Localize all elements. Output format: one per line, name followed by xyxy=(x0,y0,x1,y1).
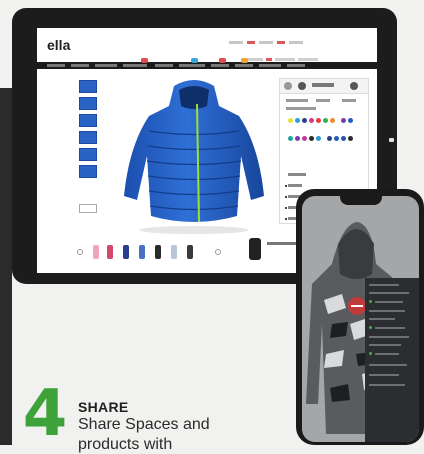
phone-device xyxy=(296,189,424,445)
view-thumbnail xyxy=(79,131,97,144)
selected-product-preview[interactable] xyxy=(249,238,261,260)
step-description-line1: Share Spaces and xyxy=(78,416,210,433)
view-thumbnail xyxy=(79,148,97,161)
phone-screen xyxy=(302,196,419,442)
top-links[interactable] xyxy=(229,34,359,45)
step-title: SHARE xyxy=(78,399,129,415)
camera-icon xyxy=(389,138,394,142)
panel-header[interactable] xyxy=(280,79,368,94)
view-thumbnail xyxy=(79,80,97,93)
step-description-line2: products with xyxy=(78,436,173,453)
left-device-edge xyxy=(0,88,12,445)
product-view-thumbnails[interactable] xyxy=(79,80,97,182)
jacket-3d-preview[interactable] xyxy=(119,76,269,236)
variant-strip[interactable] xyxy=(77,240,277,264)
product-description xyxy=(267,242,297,245)
color-swatches[interactable] xyxy=(288,113,358,149)
view-thumbnail xyxy=(79,114,97,127)
zoom-icon[interactable] xyxy=(79,204,97,213)
brand-logo[interactable]: ella xyxy=(47,37,70,53)
view-thumbnail xyxy=(79,165,97,178)
account-links[interactable] xyxy=(243,48,363,61)
chevron-right-icon xyxy=(215,249,221,255)
step-number: 4 xyxy=(22,377,68,451)
main-navigation[interactable] xyxy=(37,58,377,69)
view-thumbnail xyxy=(79,97,97,110)
chevron-left-icon xyxy=(77,249,83,255)
design-editor-panel[interactable] xyxy=(365,278,419,442)
